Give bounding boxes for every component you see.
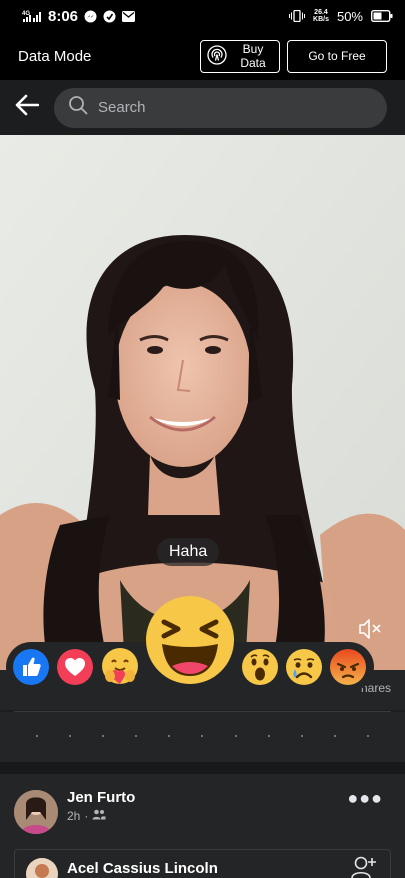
battery-icon (371, 10, 393, 22)
angry-reaction-icon[interactable] (329, 648, 367, 691)
action-placeholders (0, 735, 405, 737)
mail-icon (122, 10, 136, 22)
data-mode-title: Data Mode (18, 47, 92, 65)
broadcast-icon (207, 44, 227, 68)
battery-percent: 50% (336, 8, 363, 24)
buy-data-button[interactable]: Buy Data (200, 39, 280, 73)
back-arrow-icon (15, 94, 40, 121)
muted-speaker-icon (357, 616, 383, 642)
search-box[interactable] (54, 87, 387, 128)
reaction-name-label: Haha (157, 538, 220, 566)
feed-separator (0, 762, 405, 774)
more-dots-icon: ●●● (347, 788, 383, 808)
messenger-icon (84, 10, 97, 23)
post-time[interactable]: 2h (67, 809, 80, 823)
network-speed: 26.4 KB/s (313, 9, 329, 23)
shared-post-author[interactable]: Acel Cassius Lincoln (67, 860, 218, 877)
search-icon (68, 95, 88, 120)
search-row (0, 80, 405, 135)
back-button[interactable] (14, 94, 40, 121)
search-input[interactable] (98, 99, 358, 116)
data-mode-bar: Data Mode Buy Data Go to Free (0, 32, 405, 80)
add-friend-icon (351, 856, 377, 878)
status-bar: 4G 8:06 26.4 KB/s 50% (0, 0, 405, 32)
wow-reaction-icon[interactable] (241, 648, 279, 691)
speed-value: 26.4 (314, 9, 328, 16)
avatar[interactable] (14, 790, 58, 834)
separator-dot: · (84, 809, 89, 823)
care-reaction-icon[interactable] (99, 646, 141, 693)
signal-icon: 4G (22, 9, 42, 23)
friends-icon (92, 809, 106, 823)
like-reaction-icon[interactable] (12, 648, 50, 691)
buy-data-label: Buy Data (240, 42, 266, 70)
love-reaction-icon[interactable] (56, 648, 94, 691)
more-options-button[interactable]: ●●● (347, 788, 383, 809)
post-author[interactable]: Jen Furto (67, 789, 135, 806)
speed-unit: KB/s (313, 16, 329, 23)
post-meta: 2h · (67, 809, 106, 823)
status-time: 8:06 (48, 7, 79, 25)
post-actions-row (0, 712, 405, 762)
add-friend-button[interactable] (351, 856, 377, 878)
opera-icon (103, 10, 116, 23)
vibrate-icon (289, 10, 306, 22)
go-to-free-button[interactable]: Go to Free (287, 39, 387, 73)
haha-reaction-icon[interactable] (144, 594, 236, 691)
video-frame (0, 135, 405, 670)
mute-button[interactable] (357, 616, 383, 642)
video-player[interactable] (0, 135, 405, 670)
sad-reaction-icon[interactable] (285, 648, 323, 691)
